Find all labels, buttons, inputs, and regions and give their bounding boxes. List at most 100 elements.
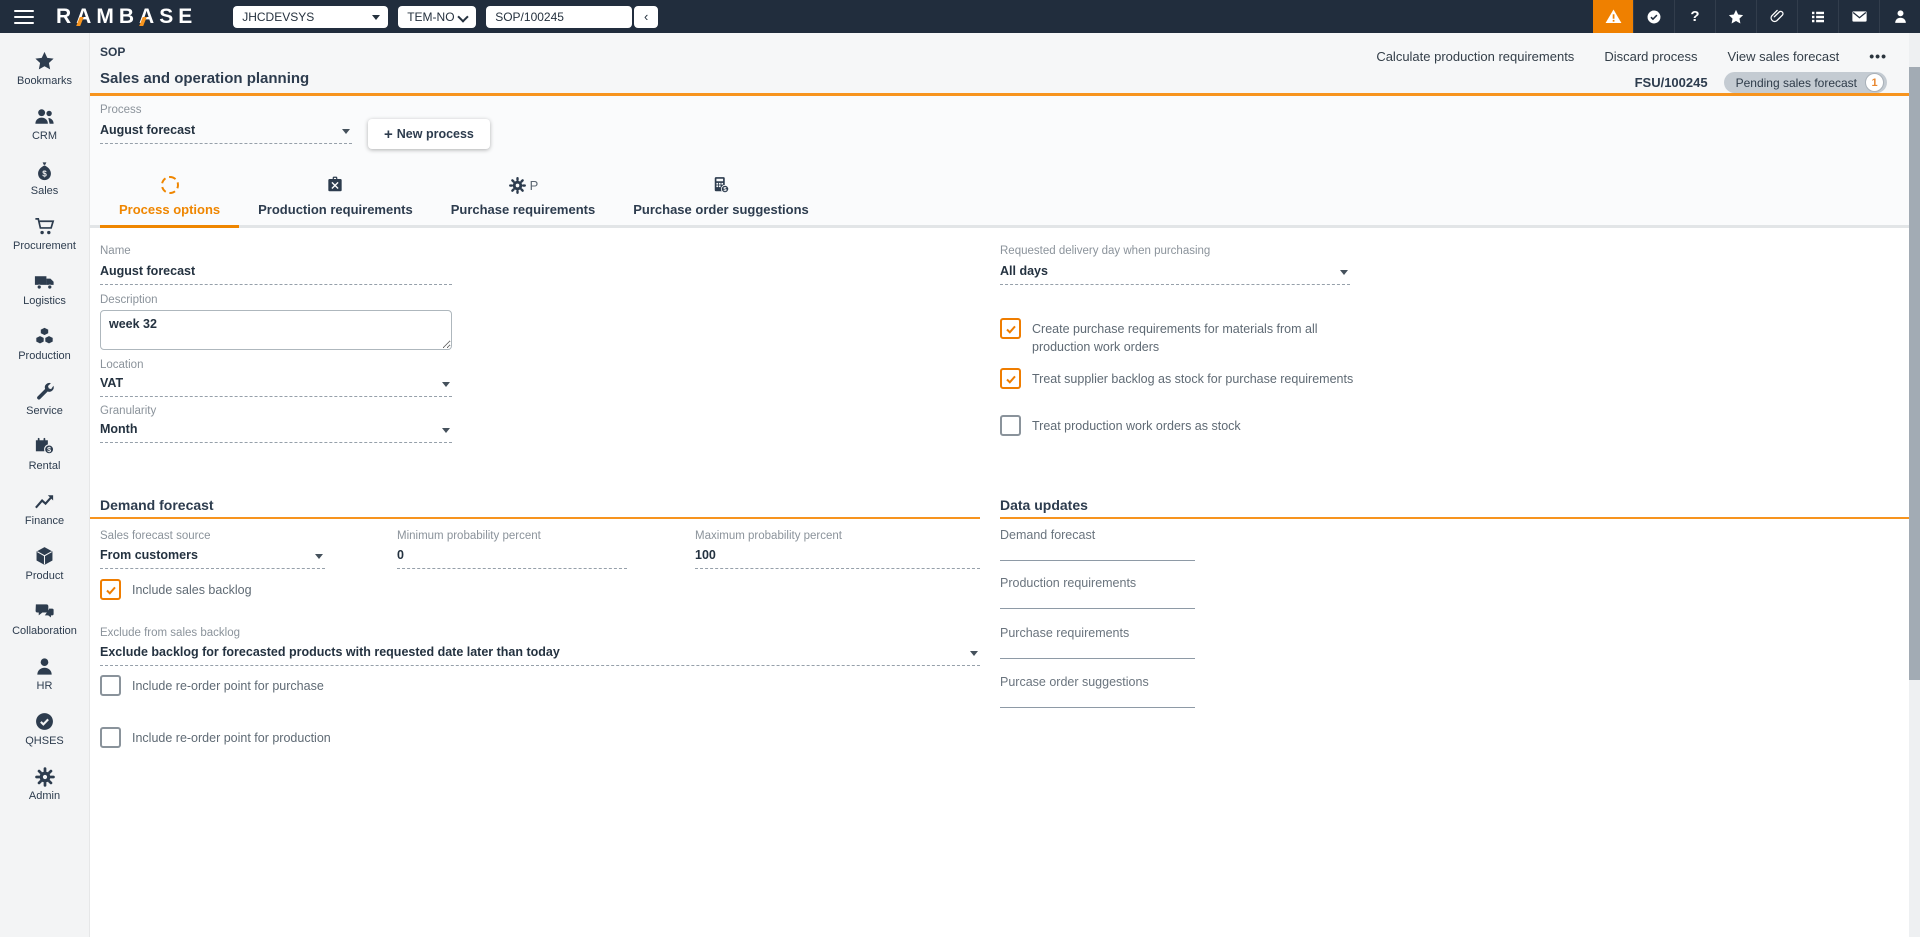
cube-icon [36, 547, 53, 565]
checkbox-label: Include sales backlog [132, 583, 252, 597]
description-textarea[interactable] [100, 310, 452, 350]
location-select[interactable]: VAT [100, 375, 452, 397]
include-sales-backlog-checkbox[interactable]: Include sales backlog [100, 579, 400, 600]
minimum-probability-input[interactable]: 0 [397, 547, 627, 569]
help-button[interactable]: ? [1674, 0, 1715, 33]
menu-icon[interactable] [14, 9, 34, 24]
calendar-dollar-icon: $ [35, 437, 55, 455]
calculator-dollar-icon: $ [714, 177, 730, 193]
sidebar-item-crm[interactable]: CRM [0, 96, 89, 151]
checkbox-label: Treat supplier backlog as stock for purc… [1032, 372, 1354, 386]
chart-line-icon [35, 495, 54, 509]
wrench-icon [36, 382, 54, 400]
treat-production-work-orders-checkbox[interactable]: Treat production work orders as stock [1000, 415, 1430, 436]
truck-icon [34, 276, 54, 290]
seal-check-icon [1647, 10, 1661, 23]
logo-letter: E [178, 4, 198, 28]
sidebar-item-label: Rental [28, 460, 61, 472]
sidebar-item-label: HR [36, 680, 53, 692]
name-input[interactable]: August forecast [100, 263, 452, 285]
checkbox-label: Include re-order point for purchase [132, 679, 324, 693]
discard-process-button[interactable]: Discard process [1604, 49, 1697, 64]
granularity-select[interactable]: Month [100, 421, 452, 443]
sidebar-item-service[interactable]: Service [0, 371, 89, 426]
tab-production-requirements[interactable]: Production requirements [239, 174, 432, 225]
sidebar-item-production[interactable]: Production [0, 316, 89, 371]
new-process-button[interactable]: + New process [368, 119, 490, 149]
module-sidebar: Bookmarks CRM $ Sales Procurement Logist… [0, 33, 90, 937]
document-id: FSU/100245 [1634, 75, 1708, 90]
more-menu-button[interactable]: ••• [1869, 48, 1887, 64]
include-reorder-point-purchase-checkbox[interactable]: Include re-order point for purchase [100, 675, 400, 696]
tab-purchase-requirements[interactable]: P Purchase requirements [432, 174, 615, 225]
sidebar-item-logistics[interactable]: Logistics [0, 261, 89, 316]
granularity-value: Month [100, 422, 138, 436]
back-button[interactable]: ‹ [634, 5, 659, 28]
dropdown-arrow-icon [315, 554, 323, 559]
sidebar-item-admin[interactable]: Admin [0, 756, 89, 811]
tab-icon-wrap: P [508, 174, 538, 196]
create-purchase-requirements-checkbox[interactable]: Create purchase requirements for materia… [1000, 318, 1330, 356]
granularity-label: Granularity [100, 405, 157, 417]
sidebar-item-finance[interactable]: Finance [0, 481, 89, 536]
sidebar-item-hr[interactable]: HR [0, 646, 89, 701]
gear-icon [34, 766, 55, 787]
menu-bar [14, 9, 34, 12]
view-sales-forecast-button[interactable]: View sales forecast [1728, 49, 1840, 64]
system-select[interactable]: JHCDEVSYS [233, 5, 389, 28]
check-icon [1005, 375, 1016, 384]
sidebar-item-rental[interactable]: $ Rental [0, 426, 89, 481]
exclude-from-sales-backlog-select[interactable]: Exclude backlog for forecasted products … [100, 644, 980, 666]
title-underline [90, 93, 1909, 96]
exclude-from-sales-backlog-label: Exclude from sales backlog [100, 627, 240, 639]
maximum-probability-input[interactable]: 100 [695, 547, 980, 569]
treat-supplier-backlog-checkbox[interactable]: Treat supplier backlog as stock for purc… [1000, 368, 1430, 389]
sidebar-item-procurement[interactable]: Procurement [0, 206, 89, 261]
check-icon [1005, 325, 1016, 334]
sales-forecast-source-select[interactable]: From customers [100, 547, 325, 569]
tab-purchase-order-suggestions[interactable]: $ Purchase order suggestions [614, 174, 828, 225]
logo-letter: M [96, 4, 119, 28]
approvals-button[interactable] [1633, 0, 1674, 33]
messages-button[interactable] [1838, 0, 1879, 33]
calculate-production-requirements-button[interactable]: Calculate production requirements [1376, 49, 1574, 64]
attachments-button[interactable] [1756, 0, 1797, 33]
minimum-probability-value: 0 [397, 548, 404, 562]
tab-label: Purchase requirements [450, 202, 596, 217]
sidebar-item-label: Production [18, 350, 71, 362]
alerts-button[interactable] [1593, 0, 1633, 33]
process-label: Process [100, 104, 142, 116]
status-badge[interactable]: Pending sales forecast 1 [1723, 72, 1887, 93]
sidebar-item-label: Product [25, 570, 64, 582]
logo-letter: A [139, 4, 160, 28]
tab-label: Production requirements [258, 202, 413, 217]
new-process-button-label: New process [396, 126, 474, 141]
requested-delivery-day-label: Requested delivery day when purchasing [1000, 245, 1211, 257]
document-search-input[interactable] [486, 5, 633, 28]
sidebar-item-bookmarks[interactable]: Bookmarks [0, 41, 89, 96]
list-icon [1812, 11, 1824, 22]
location-label: Location [100, 359, 144, 371]
main-content: SOP Calculate production requirements Di… [90, 33, 1909, 937]
requested-delivery-day-select[interactable]: All days [1000, 263, 1350, 285]
tab-icon-wrap: $ [711, 174, 731, 196]
vertical-scrollbar[interactable] [1909, 33, 1920, 937]
logo-letter: A [76, 4, 97, 28]
user-button[interactable] [1879, 0, 1920, 33]
process-select[interactable]: August forecast [100, 122, 352, 144]
sidebar-item-qhses[interactable]: QHSES [0, 701, 89, 756]
include-reorder-point-production-checkbox[interactable]: Include re-order point for production [100, 727, 400, 748]
company-select[interactable]: TEM-NO [398, 5, 477, 28]
sidebar-item-collaboration[interactable]: Collaboration [0, 591, 89, 646]
minimum-probability-label: Minimum probability percent [397, 530, 541, 542]
scrollbar-thumb[interactable] [1909, 67, 1920, 680]
sidebar-item-sales[interactable]: $ Sales [0, 151, 89, 206]
data-updates-section-title: Data updates [1000, 497, 1088, 513]
dropdown-arrow-icon [1340, 270, 1348, 275]
data-updates-field-line [1000, 707, 1195, 708]
tab-process-options[interactable]: Process options [100, 174, 240, 228]
sidebar-item-product[interactable]: Product [0, 536, 89, 591]
checkbox-label: Create purchase requirements for materia… [1032, 322, 1318, 355]
tasks-button[interactable] [1797, 0, 1838, 33]
favorites-button[interactable] [1715, 0, 1756, 33]
